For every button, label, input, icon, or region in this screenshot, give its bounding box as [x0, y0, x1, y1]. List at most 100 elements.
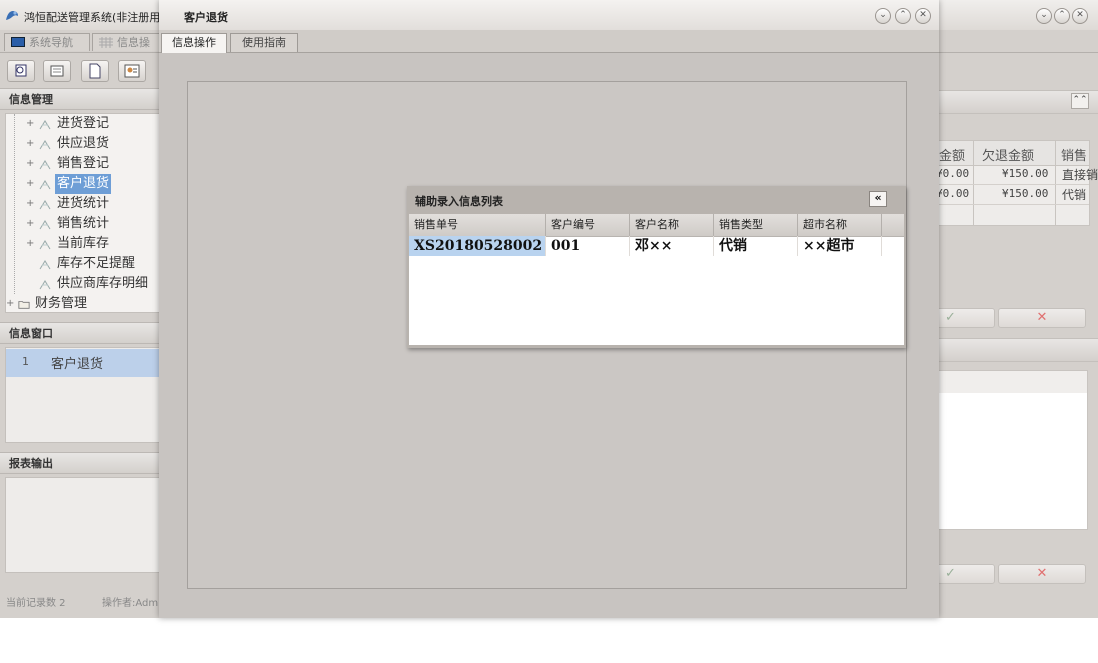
grid-header-row: 销售单号 客户编号 客户名称 销售类型 超市名称: [409, 214, 904, 237]
info-window-list: 1 客户退货: [5, 347, 160, 443]
minimize-icon[interactable]: ⌄: [1036, 8, 1052, 24]
tree-expander-icon[interactable]: +: [26, 174, 34, 194]
tree-item[interactable]: + 销售统计: [6, 214, 159, 234]
cell-sales-type[interactable]: 代销: [714, 236, 798, 256]
cell-sales-no[interactable]: XS20180528002: [409, 236, 546, 256]
tree-item[interactable]: 供应商库存明细: [6, 274, 159, 294]
leaf-node-icon: [39, 260, 51, 270]
users-button[interactable]: [118, 60, 146, 82]
table-row[interactable]: XS20180528002 001 邓×× 代销 ××超市: [409, 236, 884, 256]
assist-grid: 销售单号 客户编号 客户名称 销售类型 超市名称 XS20180528002 0…: [409, 214, 904, 345]
tree-item[interactable]: + 进货登记: [6, 114, 159, 134]
column-header-customer-no[interactable]: 客户编号: [546, 214, 630, 236]
leaf-node-icon: [39, 160, 51, 170]
column-header-sales-type[interactable]: 销售类型: [714, 214, 798, 236]
tree-expander-icon[interactable]: +: [26, 194, 34, 214]
grid-icon: [99, 37, 113, 48]
tree-folder[interactable]: + 财务管理: [6, 294, 159, 312]
column-header-sales-no[interactable]: 销售单号: [409, 214, 546, 236]
tree-folder-label: 财务管理: [35, 296, 88, 311]
column-header-amount: 金额: [939, 149, 966, 164]
tab-system-nav[interactable]: 系统导航: [4, 33, 90, 51]
dialog-title: 客户退货: [184, 11, 228, 24]
cell-owed-refund: ¥150.00: [1002, 167, 1049, 180]
tree-item-label: 进货登记: [57, 116, 110, 131]
report-output-area: [5, 477, 160, 573]
cell-supermarket[interactable]: ××超市: [798, 236, 882, 256]
cell-sales-type: 直接销: [1062, 168, 1098, 182]
record-count: 当前记录数 2: [6, 598, 66, 609]
tab-label: 系统导航: [29, 36, 73, 49]
detail-content: [939, 393, 1087, 529]
cell-customer-name[interactable]: 邓××: [630, 236, 714, 256]
column-header-supermarket[interactable]: 超市名称: [798, 214, 882, 236]
column-header-customer-name[interactable]: 客户名称: [630, 214, 714, 236]
tree-item[interactable]: + 客户退货: [6, 174, 159, 194]
operator-label: 操作者:Adm: [102, 598, 159, 609]
tree-expander-icon[interactable]: +: [6, 294, 14, 312]
tree-item[interactable]: + 当前库存: [6, 234, 159, 254]
tree-expander-icon[interactable]: +: [26, 114, 34, 134]
collapse-left-icon[interactable]: «: [869, 191, 887, 207]
tab-user-guide[interactable]: 使用指南: [230, 33, 298, 52]
app-title: 鸿恒配送管理系统(非注册用: [24, 11, 159, 24]
folder-icon: [18, 301, 30, 309]
leaf-node-icon: [39, 220, 51, 230]
cell-owed-refund: ¥150.00: [1002, 187, 1049, 200]
info-manage-header: 信息管理: [0, 88, 160, 110]
tree-item-label: 销售统计: [57, 216, 110, 231]
leaf-node-icon: [39, 180, 51, 190]
tree-item[interactable]: 库存不足提醒: [6, 254, 159, 274]
tree-item[interactable]: + 进货统计: [6, 194, 159, 214]
tree-item-label: 销售登记: [57, 156, 110, 171]
column-divider: [973, 141, 974, 225]
tree-item-label: 当前库存: [57, 236, 110, 251]
monitor-icon: [11, 37, 25, 47]
leaf-node-icon: [39, 120, 51, 130]
tree-expander-icon[interactable]: +: [26, 154, 34, 174]
leaf-node-icon: [39, 240, 51, 250]
tree-expander-icon[interactable]: +: [26, 234, 34, 254]
tree-item-label: 库存不足提醒: [57, 256, 136, 271]
close-icon[interactable]: ✕: [1072, 8, 1088, 24]
search-button[interactable]: [7, 60, 35, 82]
cancel-button-2[interactable]: ✕: [998, 564, 1086, 584]
users-icon: [124, 64, 140, 78]
minimize-icon[interactable]: ⌄: [875, 8, 891, 24]
cell-sales-type: 代销: [1062, 188, 1087, 202]
close-icon[interactable]: ✕: [915, 8, 931, 24]
dialog-tab-strip: 信息操作 使用指南: [159, 30, 939, 53]
tab-label: 信息操: [117, 36, 150, 49]
list-icon: [50, 65, 64, 77]
app-logo-icon: [6, 11, 18, 20]
maximize-icon[interactable]: ⌃: [1054, 8, 1070, 24]
row-label: 客户退货: [51, 357, 104, 372]
tree-item[interactable]: + 销售登记: [6, 154, 159, 174]
info-window-header: 信息窗口: [0, 322, 160, 344]
dialog-title-bar: 客户退货 ⌄ ⌃ ✕: [159, 0, 939, 30]
cancel-button[interactable]: ✕: [998, 308, 1086, 328]
column-header-owed-refund: 欠退金额: [982, 149, 1035, 164]
detail-area: [938, 370, 1088, 530]
report-output-header: 报表输出: [0, 452, 160, 474]
list-item[interactable]: 1 客户退货: [6, 349, 159, 377]
row-number: 1: [22, 355, 29, 368]
status-bar: 当前记录数 2 操作者:Adm: [0, 592, 160, 616]
tree-expander-icon[interactable]: +: [26, 214, 34, 234]
popup-title: 辅助录入信息列表: [415, 195, 503, 208]
document-icon: [89, 63, 101, 79]
tree-item-label: 供应退货: [57, 136, 110, 151]
list-button[interactable]: [43, 60, 71, 82]
column-divider: [1055, 141, 1056, 225]
collapse-up-icon[interactable]: ⌃⌃: [1071, 93, 1089, 109]
tree-expander-icon[interactable]: +: [26, 134, 34, 154]
cell-amount: ¥0.00: [936, 187, 970, 200]
cell-amount: ¥0.00: [936, 167, 970, 180]
cell-customer-no[interactable]: 001: [546, 236, 630, 256]
tree-item[interactable]: + 供应退货: [6, 134, 159, 154]
tab-info-operation[interactable]: 信息操作: [161, 33, 227, 53]
tree-item-label: 进货统计: [57, 196, 110, 211]
document-button[interactable]: [81, 60, 109, 82]
maximize-icon[interactable]: ⌃: [895, 8, 911, 24]
tab-info-ops[interactable]: 信息操: [92, 33, 162, 51]
